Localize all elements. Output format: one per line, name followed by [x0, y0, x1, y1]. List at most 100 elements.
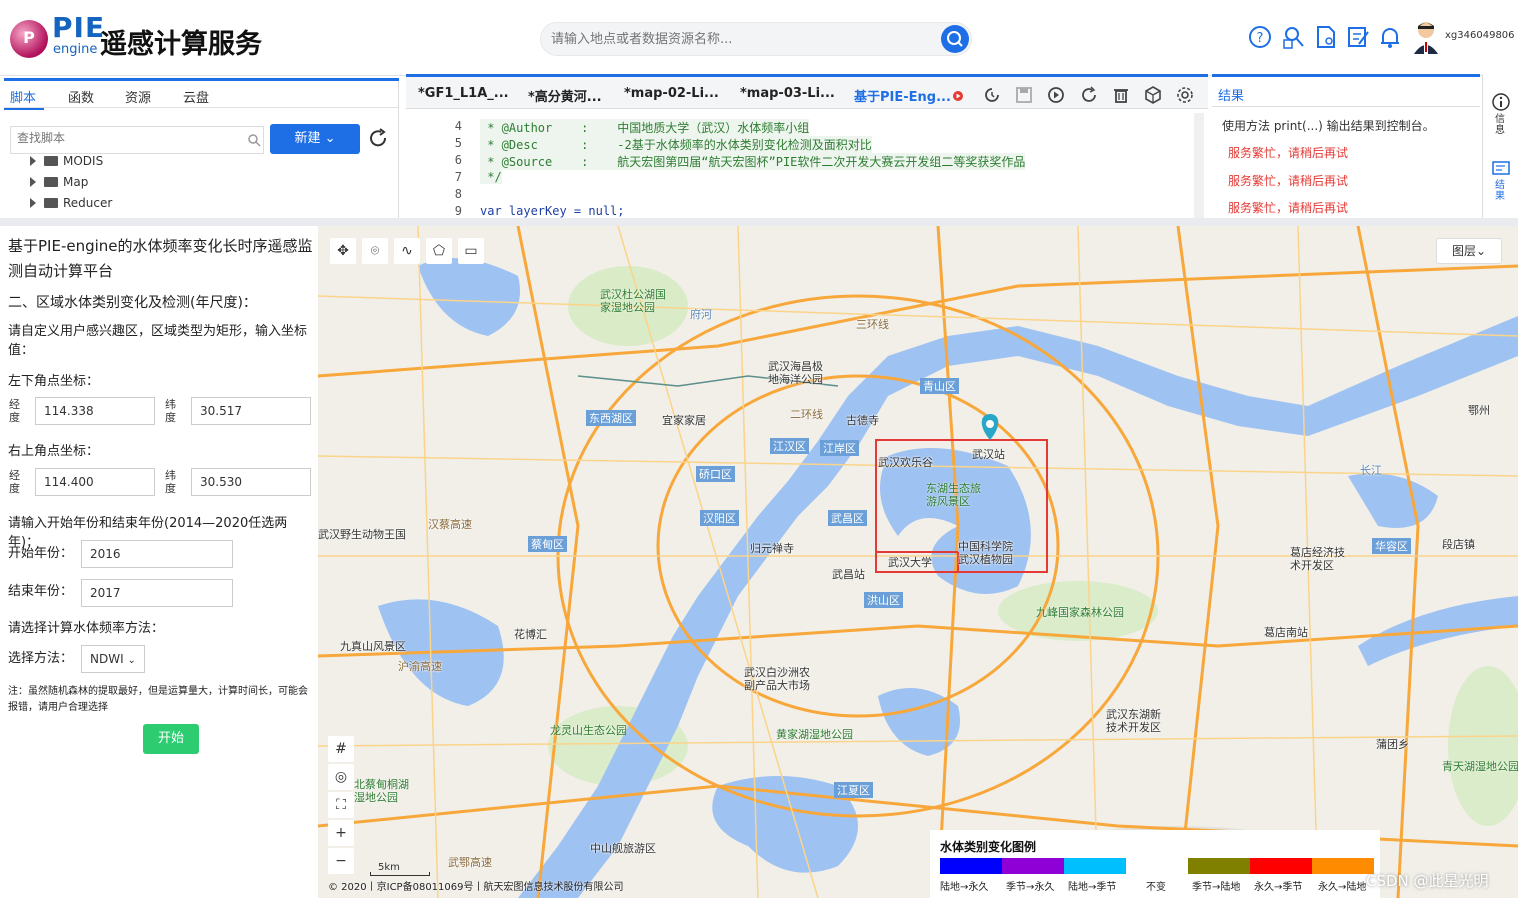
script-search-input[interactable] — [17, 131, 237, 145]
save-icon[interactable] — [1014, 85, 1034, 105]
pan-tool-icon[interactable]: ✥ — [330, 238, 356, 264]
legend-label: 不变 — [1146, 882, 1166, 893]
marker-tool-icon[interactable]: ⌾ — [362, 238, 388, 264]
tab-scripts[interactable]: 脚本 — [10, 87, 36, 106]
record-icon[interactable] — [952, 90, 964, 102]
tab-functions[interactable]: 函数 — [68, 87, 94, 106]
new-script-button[interactable]: 新建 ⌄ — [270, 124, 360, 154]
place-label: 武汉大学 — [888, 556, 932, 569]
svg-text:?: ? — [1257, 31, 1264, 46]
file-settings-icon[interactable] — [1313, 24, 1339, 50]
console-error: 服务繁忙，请稍后再试 — [1228, 174, 1349, 188]
global-search-input[interactable] — [551, 29, 931, 49]
grid-icon[interactable]: # — [328, 736, 354, 762]
edit-note-icon[interactable] — [1345, 24, 1371, 50]
layers-label: 图层 — [1451, 244, 1476, 258]
river-label: 长江 — [1360, 464, 1382, 477]
folder-icon — [44, 177, 58, 187]
polygon-tool-icon[interactable]: ⬠ — [426, 238, 452, 264]
run-icon[interactable] — [1046, 85, 1066, 105]
place-label: 九真山风景区 — [340, 640, 406, 653]
upper-right-lat-input[interactable]: 30.530 — [191, 468, 311, 496]
upper-right-lon-input[interactable]: 114.400 — [35, 468, 155, 496]
script-search-box[interactable] — [10, 126, 264, 154]
chevron-down-icon: ⌄ — [127, 655, 136, 666]
editor-tabs: *GF1_L1A_... *高分黄河... *map-02-Li... *map… — [406, 77, 1208, 109]
tab-cloud-disk[interactable]: 云盘 — [183, 87, 209, 106]
polyline-tool-icon[interactable]: ∿ — [394, 238, 420, 264]
end-year-input[interactable]: 2017 — [81, 579, 233, 607]
tree-item-reducer[interactable]: Reducer — [30, 196, 112, 210]
top-header: P PIE engine 遥感计算服务 ? xg346049806 — [0, 0, 1518, 76]
editor-tab-2[interactable]: *高分黄河... — [528, 86, 602, 105]
lon-label: 经度 — [9, 398, 20, 424]
rail-info-label[interactable]: 信息 — [1495, 114, 1507, 136]
start-year-input[interactable]: 2016 — [81, 540, 233, 568]
rectangle-tool-icon[interactable]: ▭ — [458, 238, 484, 264]
start-button[interactable]: 开始 — [143, 724, 199, 754]
map-view[interactable]: ✥ ⌾ ∿ ⬠ ▭ 图层⌄ # ◎ ⛶ + − 5km 东西湖区 江汉区 江岸区… — [318, 226, 1518, 898]
info-icon[interactable] — [1491, 92, 1511, 112]
form-section-title: 二、区域水体类别变化及检测(年尺度)： — [8, 295, 257, 311]
global-search-box[interactable] — [540, 22, 972, 56]
roi-instruction: 请自定义用户感兴趣区，区域类型为矩形，输入坐标值： — [8, 324, 308, 358]
search-button[interactable] — [941, 25, 969, 53]
bell-icon[interactable] — [1377, 24, 1403, 50]
layers-button[interactable]: 图层⌄ — [1436, 238, 1502, 264]
place-label: 段店镇 — [1442, 538, 1475, 551]
pie-logo-icon[interactable]: P — [10, 20, 48, 58]
legend-swatch — [1002, 858, 1064, 874]
tree-item-map[interactable]: Map — [30, 175, 88, 189]
gear-icon[interactable] — [1175, 85, 1195, 105]
road-label: 沪渝高速 — [398, 660, 442, 673]
history-icon[interactable] — [982, 85, 1002, 105]
editor-tab-active[interactable]: 基于PIE-Eng... — [854, 86, 951, 105]
district-label: 汉阳区 — [700, 510, 739, 526]
logo-pie-text[interactable]: PIE — [52, 14, 105, 42]
upper-right-label: 右上角点坐标： — [8, 444, 100, 459]
line-number: 7 — [454, 170, 462, 184]
place-label: 归元禅寺 — [750, 542, 794, 555]
panel-splitter[interactable] — [0, 218, 1518, 226]
zoom-out-button[interactable]: − — [328, 848, 354, 874]
rail-result-label[interactable]: 结果 — [1495, 180, 1507, 202]
zoom-in-button[interactable]: + — [328, 820, 354, 846]
refresh-icon[interactable] — [366, 126, 390, 150]
fullscreen-icon[interactable]: ⛶ — [328, 792, 354, 818]
legend-swatch — [1126, 858, 1188, 874]
form-panel: 基于PIE-engine的水体频率变化长时序遥感监测自动计算平台 二、区域水体类… — [0, 226, 318, 898]
place-label: 中国科学院武汉植物园 — [958, 540, 1013, 566]
editor-tab-1[interactable]: *GF1_L1A_... — [418, 86, 509, 101]
place-label: 黄家湖湿地公园 — [776, 728, 853, 741]
search-doc-icon[interactable] — [1281, 24, 1307, 50]
legend-panel: 水体类别变化图例 陆地→永久 季节→永久 陆地→季节 不变 季节→陆地 永久→季… — [930, 830, 1380, 898]
visibility-off-icon[interactable]: ◎ — [328, 764, 354, 790]
reload-icon[interactable] — [1079, 85, 1099, 105]
tab-results[interactable]: 结果 — [1218, 85, 1244, 104]
editor-scrollbar[interactable] — [1194, 113, 1204, 219]
line-number: 6 — [454, 153, 462, 167]
username[interactable]: xg346049806 — [1445, 30, 1515, 41]
result-icon[interactable] — [1491, 160, 1511, 178]
place-label: 武汉野生动物王国 — [318, 528, 406, 541]
line-text: * @Desc : -2基于水体频率的水体类别变化检测及面积对比 — [480, 136, 872, 153]
trash-icon[interactable] — [1111, 85, 1131, 105]
district-label: 江岸区 — [820, 440, 859, 456]
help-icon[interactable]: ? — [1247, 24, 1273, 50]
road-label: 二环线 — [790, 408, 823, 421]
line-number: 9 — [454, 204, 462, 218]
avatar[interactable] — [1412, 20, 1440, 54]
method-prompt: 请选择计算水体频率方法： — [8, 621, 165, 636]
method-select[interactable]: NDWI ⌄ — [81, 645, 145, 673]
road-label: 三环线 — [856, 318, 889, 331]
editor-tab-4[interactable]: *map-03-Li... — [740, 86, 835, 101]
tab-resources[interactable]: 资源 — [125, 87, 151, 106]
watermark: CSDN @此星光明 — [1366, 872, 1489, 890]
lower-left-lat-input[interactable]: 30.517 — [191, 397, 311, 425]
tree-item-modis[interactable]: MODIS — [30, 154, 103, 168]
package-icon[interactable] — [1143, 85, 1163, 105]
lower-left-lon-input[interactable]: 114.338 — [35, 397, 155, 425]
editor-tab-3[interactable]: *map-02-Li... — [624, 86, 719, 101]
scale-bar — [370, 872, 430, 876]
results-panel: 结果 使用方法 print(...) 输出结果到控制台。 服务繁忙，请稍后再试 … — [1212, 74, 1480, 218]
